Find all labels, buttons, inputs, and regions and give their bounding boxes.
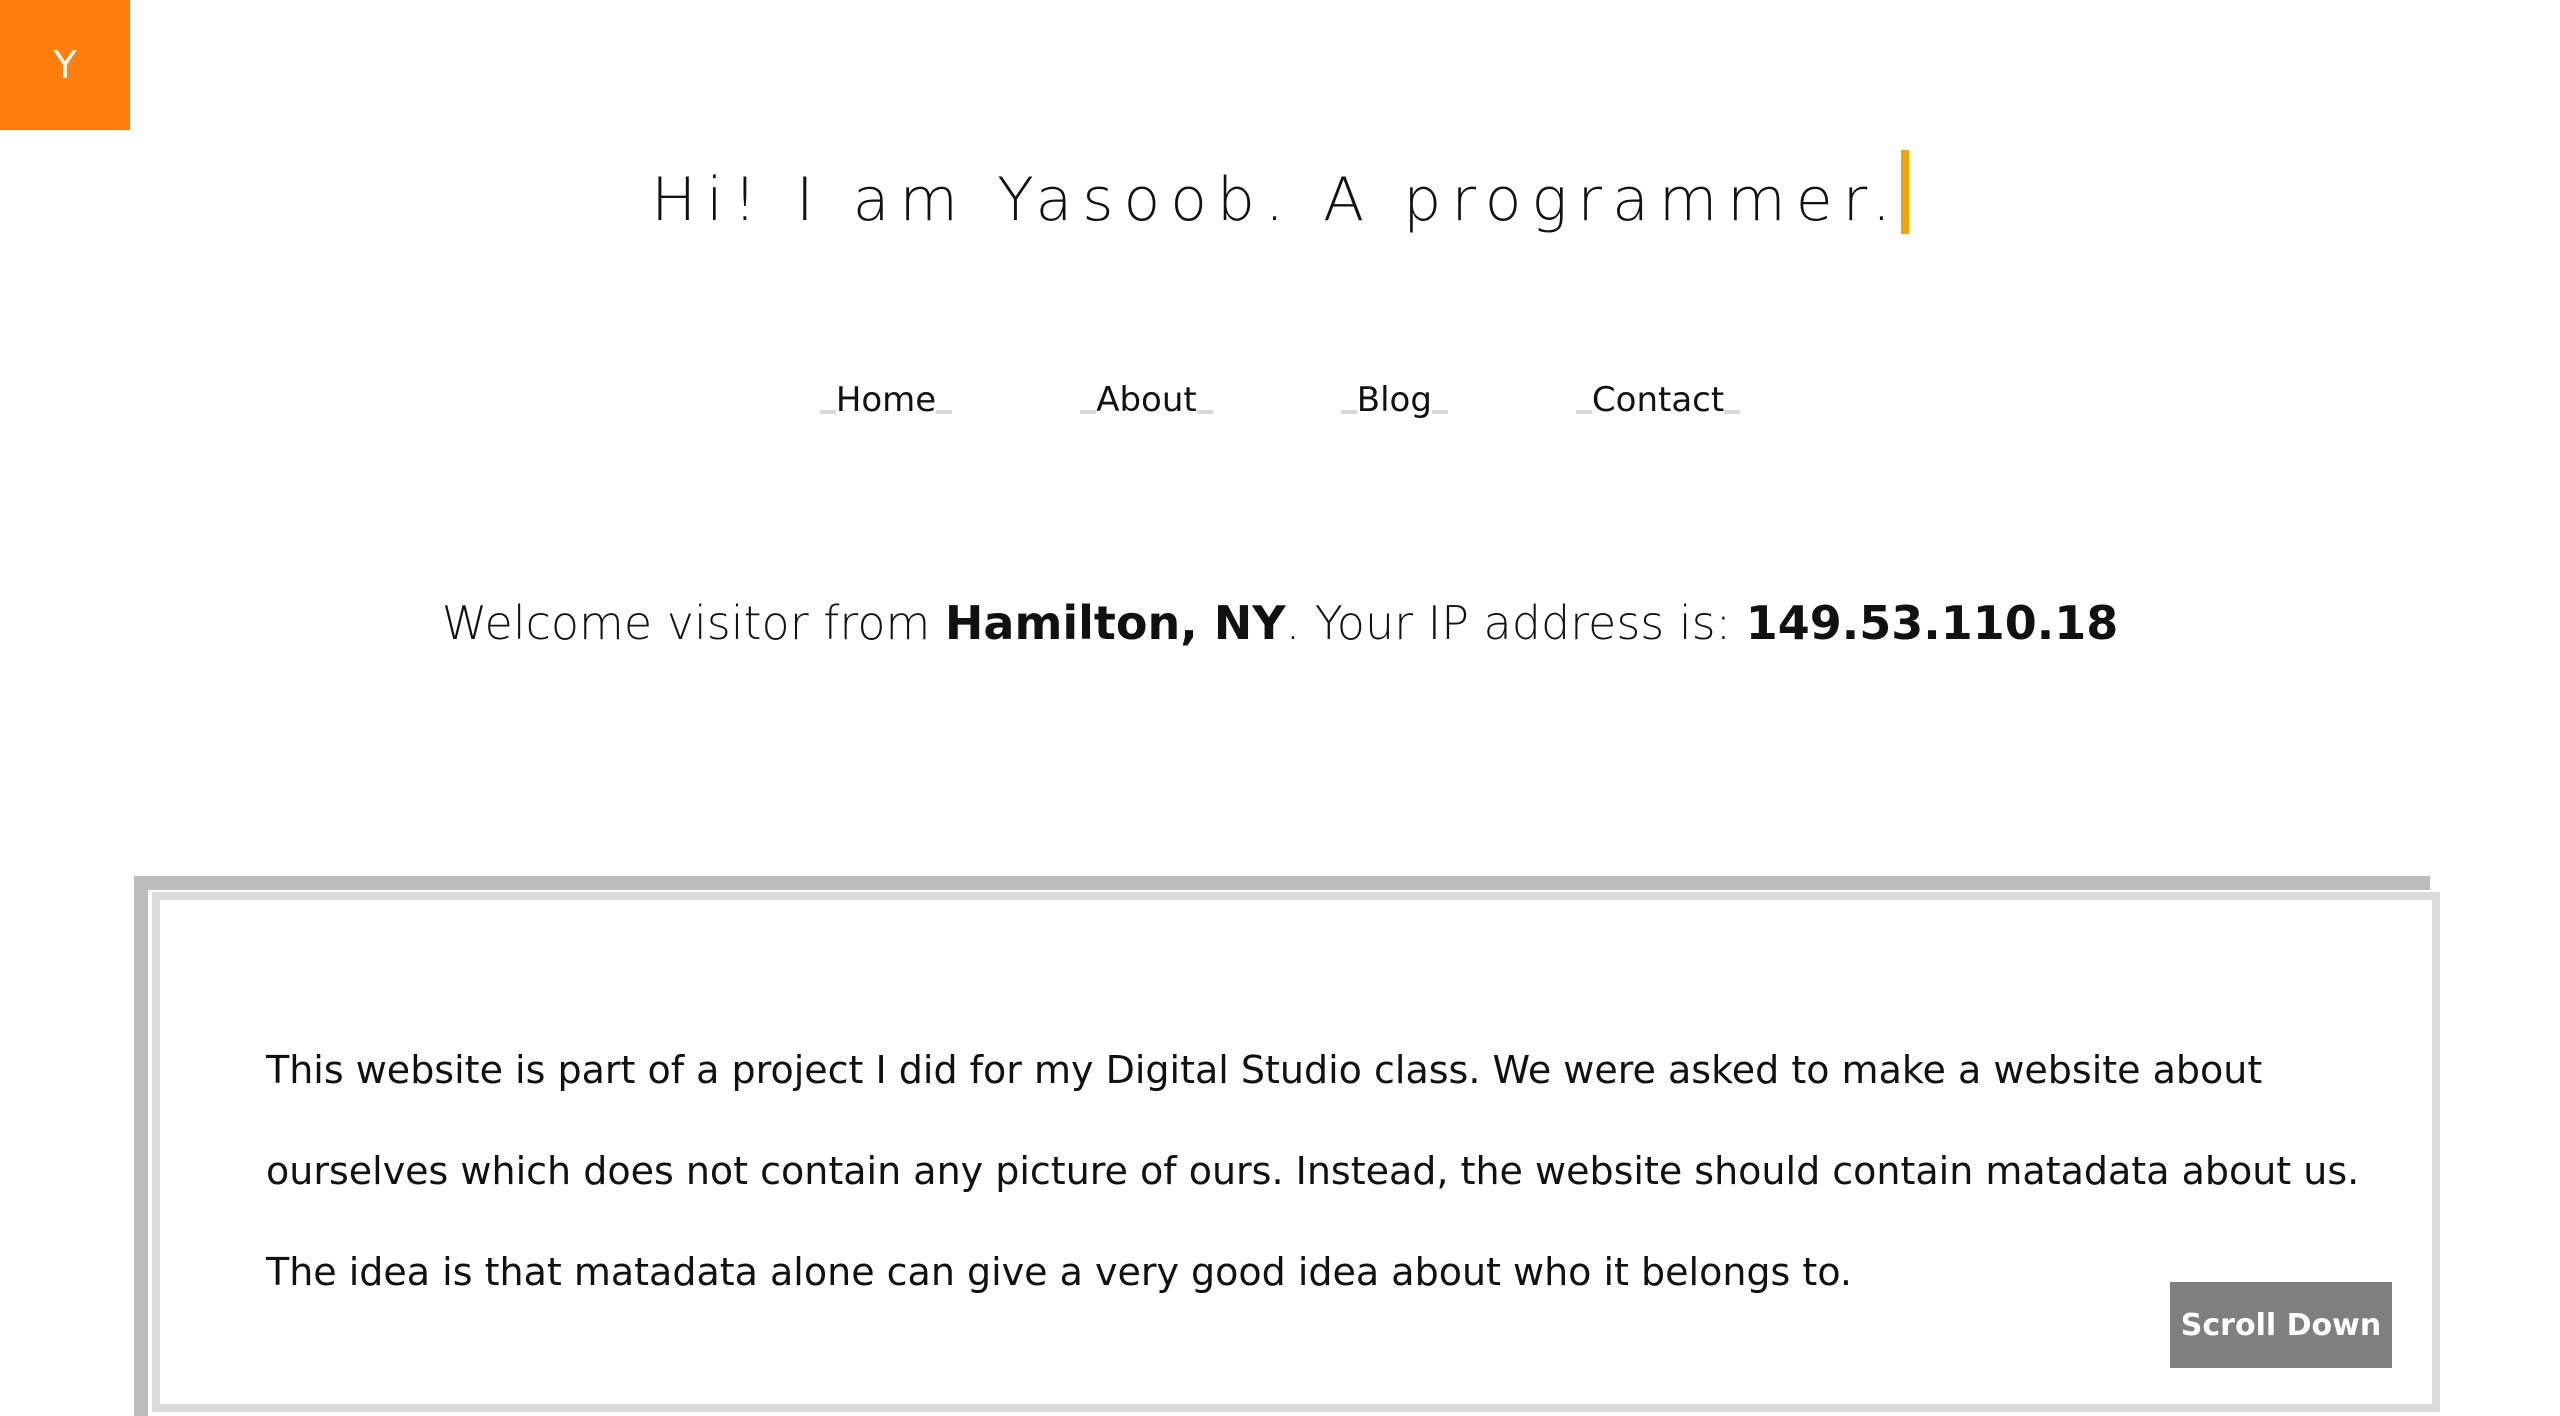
intro-card: This website is part of a project I did … [152,892,2440,1412]
visitor-ip: 149.53.110.18 [1745,596,2119,650]
visitor-location: Hamilton, NY [944,596,1286,650]
page-headline: Hi! I am Yasoob. A programmer. [0,150,2560,235]
welcome-middle: . Your IP address is: [1285,596,1746,650]
nav-item-home[interactable]: Home [819,380,953,420]
main-nav: Home About Blog Contact [0,380,2560,420]
intro-text: This website is part of a project I did … [266,1048,2360,1294]
logo-letter: Y [53,43,77,87]
welcome-prefix: Welcome visitor from [441,596,945,650]
nav-item-about[interactable]: About [1080,380,1213,420]
site-logo[interactable]: Y [0,0,130,130]
scroll-down-button[interactable]: Scroll Down [2170,1282,2392,1368]
nav-item-blog[interactable]: Blog [1340,380,1449,420]
welcome-message: Welcome visitor from Hamilton, NY. Your … [0,596,2560,650]
headline-text: Hi! I am Yasoob. A programmer. [651,165,1901,235]
typing-cursor [1900,150,1909,234]
nav-item-contact[interactable]: Contact [1575,380,1741,420]
